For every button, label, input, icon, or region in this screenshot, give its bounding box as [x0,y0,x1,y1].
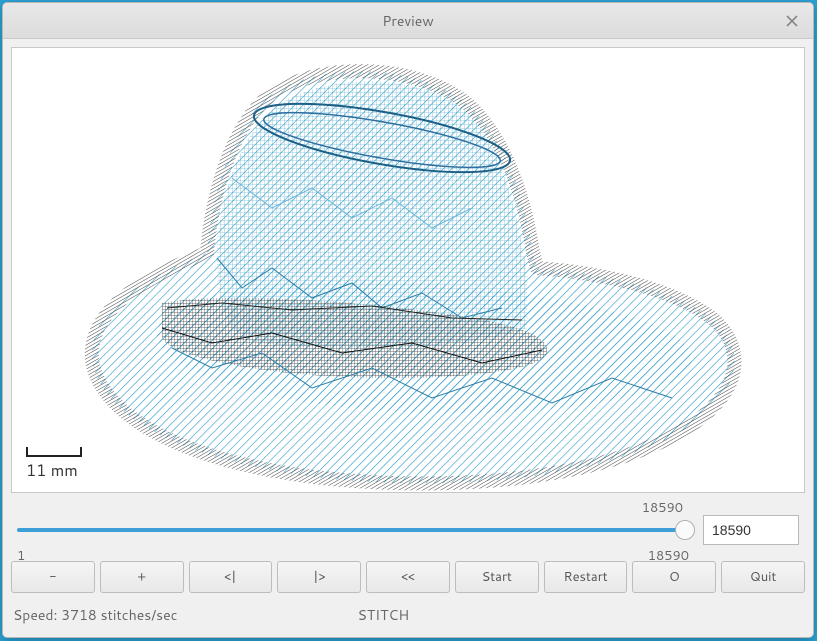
progress-slider[interactable] [17,520,693,540]
control-buttons: - + <| |> << Start Restart O Quit [11,561,805,595]
slower-button[interactable]: - [11,561,95,593]
step-forward-button[interactable]: |> [277,561,361,593]
restart-button[interactable]: Restart [544,561,628,593]
loop-button[interactable]: O [632,561,716,593]
rewind-button[interactable]: << [366,561,450,593]
progress-slider-area: 18590 1 18590 [11,499,805,555]
window-title: Preview [382,11,434,31]
status-speed: Speed: 3718 stitches/sec [13,605,178,625]
stitch-count-input[interactable] [703,515,799,545]
quit-button[interactable]: Quit [721,561,805,593]
slider-value-top: 18590 [642,499,683,517]
slider-thumb[interactable] [675,520,695,540]
status-bar: Speed: 3718 stitches/sec STITCH [11,601,805,627]
preview-window: Preview [2,2,814,638]
slider-track [17,528,693,532]
status-mode: STITCH [358,605,410,625]
content-area: 11 mm 18590 1 18590 - + <| |> << Sta [3,39,813,637]
slider-max-label: 18590 [648,547,689,565]
scale-indicator: 11 mm [26,447,82,482]
step-back-button[interactable]: <| [189,561,273,593]
faster-button[interactable]: + [100,561,184,593]
scale-label: 11 mm [26,459,82,482]
preview-canvas[interactable]: 11 mm [11,47,805,493]
slider-min-label: 1 [17,547,25,565]
scale-bar [26,447,82,457]
close-icon[interactable] [781,10,803,32]
titlebar[interactable]: Preview [3,3,813,39]
start-button[interactable]: Start [455,561,539,593]
